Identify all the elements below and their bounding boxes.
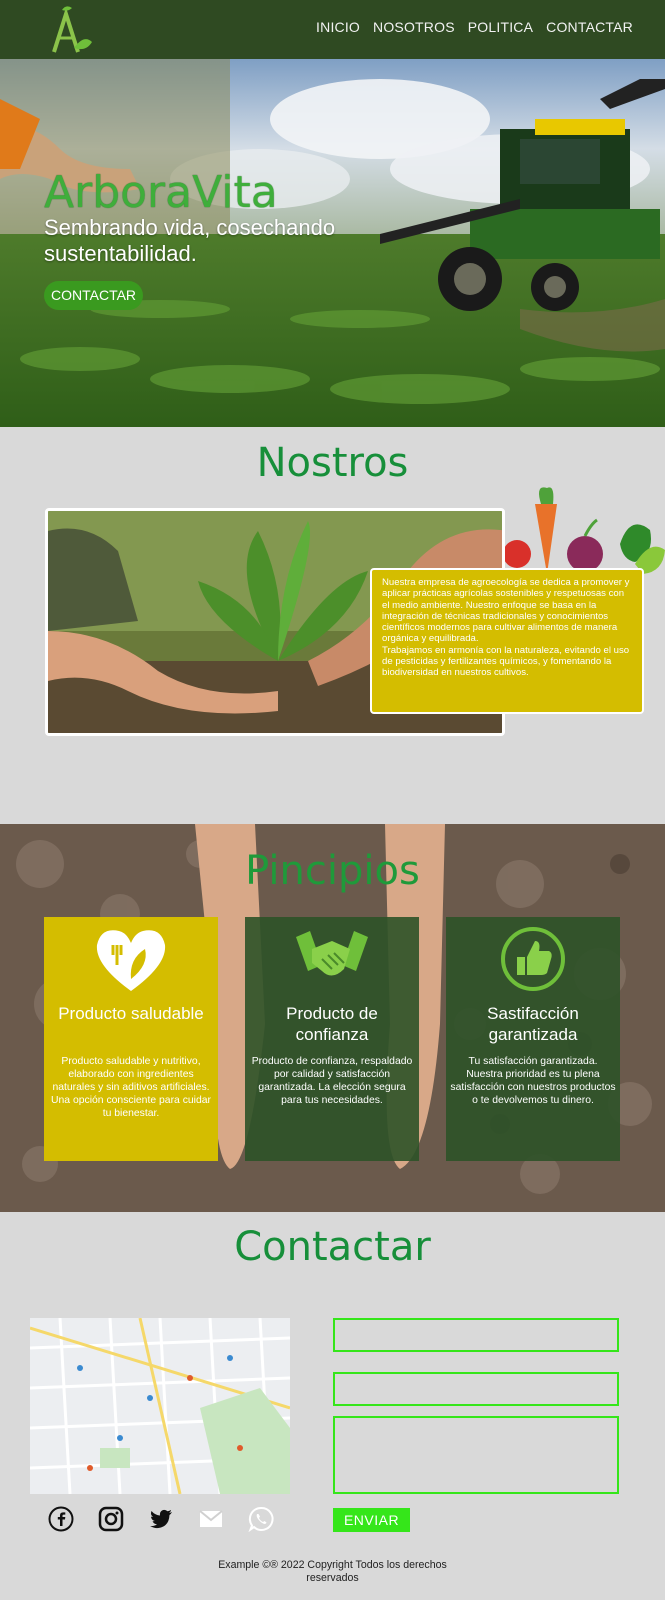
top-navbar: INICIO NOSOTROS POLITICA CONTACTAR [0,0,665,59]
name-field[interactable] [333,1318,619,1352]
twitter-icon[interactable] [148,1506,174,1532]
principle-card-satisfaccion: Sastifacción garantizada Tu satisfacción… [446,917,620,1161]
card-title: Producto de confianza [286,1004,378,1044]
thumbs-up-icon [501,927,565,991]
handshake-icon [296,931,368,976]
principles-section: Pincipios Producto saludable Producto sa… [0,824,665,1212]
facebook-icon[interactable] [48,1506,74,1532]
hero-contact-button[interactable]: CONTACTAR [44,281,144,310]
nav-link-inicio[interactable]: INICIO [316,19,360,35]
send-button[interactable]: ENVIAR [333,1508,410,1532]
instagram-icon[interactable] [98,1506,124,1532]
about-title: Nostros [256,440,409,486]
location-map[interactable] [30,1318,290,1494]
heart-leaf-icon [96,930,166,991]
card-title: Producto saludable [58,1004,204,1023]
contact-title: Contactar [234,1224,431,1270]
map-image [30,1318,290,1494]
principle-card-saludable: Producto saludable Producto saludable y … [44,917,218,1161]
logo-icon[interactable] [48,4,94,56]
hero-brand-title: ArboraVita [44,167,278,218]
principle-card-confianza: Producto de confianza Producto de confia… [245,917,419,1161]
card-text: Tu satisfacción garantizada. Nuestra pri… [450,1056,616,1106]
principles-title: Pincipios [245,848,420,894]
message-textarea[interactable] [333,1416,619,1494]
nav-link-contactar[interactable]: CONTACTAR [546,19,633,35]
about-paragraph-2: Trabajamos en armonía con la naturaleza,… [382,644,630,679]
card-title: Sastifacción garantizada [487,1004,579,1044]
gmail-icon[interactable] [198,1506,224,1532]
hero-tagline: Sembrando vida, cosechando sustentabilid… [44,215,336,266]
whatsapp-icon[interactable] [248,1506,274,1533]
card-text: Producto saludable y nutritivo, elaborad… [51,1056,211,1119]
email-field[interactable] [333,1372,619,1406]
about-text-box: Nuestra empresa de agroecología se dedic… [370,568,644,714]
social-links [48,1506,274,1533]
nav-link-nosotros[interactable]: NOSOTROS [373,19,455,35]
about-paragraph: Nuestra empresa de agroecología se dedic… [382,577,630,645]
footer-copyright: Example ©® 2022 Copyright Todos los dere… [218,1559,447,1584]
card-text: Producto de confianza, respaldado por ca… [251,1056,413,1106]
hero-banner: ArboraVita Sembrando vida, cosechando su… [0,59,665,427]
nav-link-politica[interactable]: POLITICA [468,19,533,35]
